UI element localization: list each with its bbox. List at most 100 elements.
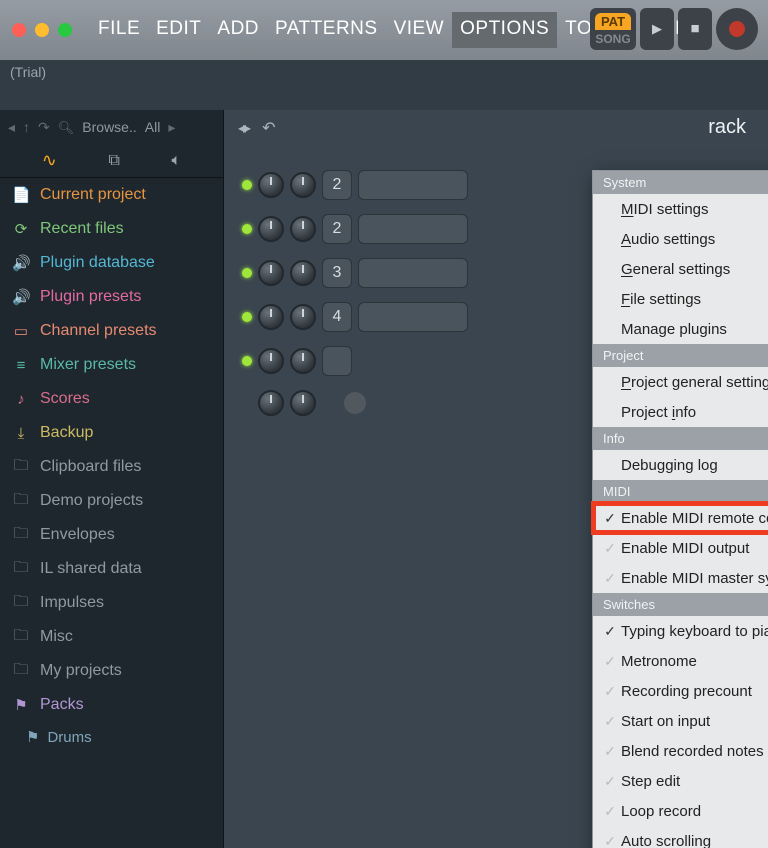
browser-item-recent-files[interactable]: ⟳Recent files [0,212,223,246]
menu-item-enable-midi-master-sync[interactable]: ✓Enable MIDI master sync [593,563,768,593]
channel-led[interactable] [242,356,252,366]
channel-number[interactable]: 4 [322,302,352,332]
browser-filter[interactable]: All [145,119,161,135]
menu-item-project-general-settings[interactable]: Project general settings [593,367,768,397]
channel-row [242,390,468,416]
menu-item-enable-midi-output[interactable]: ✓Enable MIDI output [593,533,768,563]
channel-number[interactable]: 2 [322,214,352,244]
channel-name-button[interactable] [358,170,468,200]
close-window-button[interactable] [12,23,26,37]
minimize-window-button[interactable] [35,23,49,37]
browser-item-packs[interactable]: ⚑Packs [0,688,223,722]
browser-item-plugin-presets[interactable]: 🔊Plugin presets [0,280,223,314]
menu-item-manage-plugins[interactable]: Manage plugins [593,314,768,344]
menu-section-info: Info [593,427,768,450]
menu-item-recording-precount[interactable]: ✓Recording precountCmd+P [593,676,768,706]
check-icon: ✓ [599,713,621,730]
browser-item-misc[interactable]: 🗀Misc [0,620,223,654]
menu-file[interactable]: FILE [90,12,148,48]
menu-item-metronome[interactable]: ✓MetronomeCmd+M [593,646,768,676]
waveform-icon[interactable]: ∿ [42,150,57,171]
panel-title: rack [708,116,746,139]
undo-icon[interactable] [262,118,275,138]
browser-item-scores[interactable]: ♪Scores [0,382,223,416]
pan-knob[interactable] [258,216,284,242]
pan-knob[interactable] [258,260,284,286]
channel-number[interactable] [322,346,352,376]
menu-item-loop-record[interactable]: ✓Loop record [593,796,768,826]
menu-item-start-on-input[interactable]: ✓Start on inputCmd+I [593,706,768,736]
channel-led[interactable] [242,268,252,278]
vol-knob[interactable] [290,304,316,330]
menu-patterns[interactable]: PATTERNS [267,12,386,48]
browser-item-backup[interactable]: ⤓Backup [0,416,223,450]
menu-item-debugging-log[interactable]: Debugging log [593,450,768,480]
menu-section-switches: Switches [593,593,768,616]
channel-name-button[interactable] [358,302,468,332]
folder-icon: 🔊 [12,254,30,272]
browser-subitem-drums[interactable]: ⚑Drums [0,722,223,752]
browser-item-channel-presets[interactable]: ▭Channel presets [0,314,223,348]
menu-item-general-settings[interactable]: General settings [593,254,768,284]
browser-item-current-project[interactable]: 📄Current project [0,178,223,212]
menu-item-auto-scrolling[interactable]: ✓Auto scrolling [593,826,768,848]
chevron-left-icon[interactable]: ▸ [238,118,248,138]
browser-item-label: Demo projects [40,492,143,510]
vol-knob[interactable] [290,216,316,242]
browser-item-my-projects[interactable]: 🗀My projects [0,654,223,688]
browser-item-demo-projects[interactable]: 🗀Demo projects [0,484,223,518]
vol-knob[interactable] [290,348,316,374]
browser-item-impulses[interactable]: 🗀Impulses [0,586,223,620]
menu-item-step-edit[interactable]: ✓Step editCmd+E [593,766,768,796]
browser-item-label: My projects [40,662,122,680]
menu-item-blend-recorded-notes[interactable]: ✓Blend recorded notesCmd+B [593,736,768,766]
menu-item-file-settings[interactable]: File settings [593,284,768,314]
color-swatch[interactable] [344,392,366,414]
chevron-right-icon[interactable]: ▸ [168,119,175,136]
vol-knob[interactable] [290,260,316,286]
channel-name-button[interactable] [358,258,468,288]
pan-knob[interactable] [258,348,284,374]
back-icon[interactable] [8,119,15,136]
browser-item-plugin-database[interactable]: 🔊Plugin database [0,246,223,280]
channel-number[interactable]: 2 [322,170,352,200]
browser-item-envelopes[interactable]: 🗀Envelopes [0,518,223,552]
menu-view[interactable]: VIEW [386,12,453,48]
zoom-window-button[interactable] [58,23,72,37]
titlebar: FILEEDITADDPATTERNSVIEWOPTIONSTOOLSHELP … [0,0,768,60]
pan-knob[interactable] [258,172,284,198]
up-icon[interactable] [23,119,30,135]
pan-knob[interactable] [258,390,284,416]
pattern-song-toggle[interactable]: PAT SONG [590,8,636,50]
copy-icon[interactable] [109,152,120,170]
stop-button[interactable] [678,8,712,50]
menu-item-audio-settings[interactable]: Audio settings [593,224,768,254]
browser-item-clipboard-files[interactable]: 🗀Clipboard files [0,450,223,484]
menu-item-typing-keyboard-to-piano[interactable]: ✓Typing keyboard to pianoCmd+T [593,616,768,646]
menu-add[interactable]: ADD [209,12,267,48]
check-icon: ✓ [599,743,621,760]
menu-item-label: Debugging log [621,457,768,474]
channel-number[interactable]: 3 [322,258,352,288]
channel-led[interactable] [242,312,252,322]
menu-item-project-info[interactable]: Project infoF11 [593,397,768,427]
menu-options[interactable]: OPTIONS [452,12,557,48]
menu-item-enable-midi-remote-control[interactable]: ✓Enable MIDI remote control [593,503,768,533]
pan-knob[interactable] [258,304,284,330]
menu-item-midi-settings[interactable]: MIDI settingsF10 [593,194,768,224]
channel-led[interactable] [242,180,252,190]
menu-item-label: Auto scrolling [621,833,768,848]
search-icon[interactable] [58,119,75,136]
browser-item-mixer-presets[interactable]: ≡Mixer presets [0,348,223,382]
forward-icon[interactable] [38,119,50,136]
vol-knob[interactable] [290,172,316,198]
channel-led[interactable] [242,224,252,234]
browser-item-il-shared-data[interactable]: 🗀IL shared data [0,552,223,586]
record-button[interactable] [716,8,758,50]
vol-knob[interactable] [290,390,316,416]
speaker-icon[interactable] [172,152,182,170]
play-button[interactable] [640,8,674,50]
channel-name-button[interactable] [358,214,468,244]
menu-edit[interactable]: EDIT [148,12,209,48]
flag-icon: ⚑ [26,728,39,746]
